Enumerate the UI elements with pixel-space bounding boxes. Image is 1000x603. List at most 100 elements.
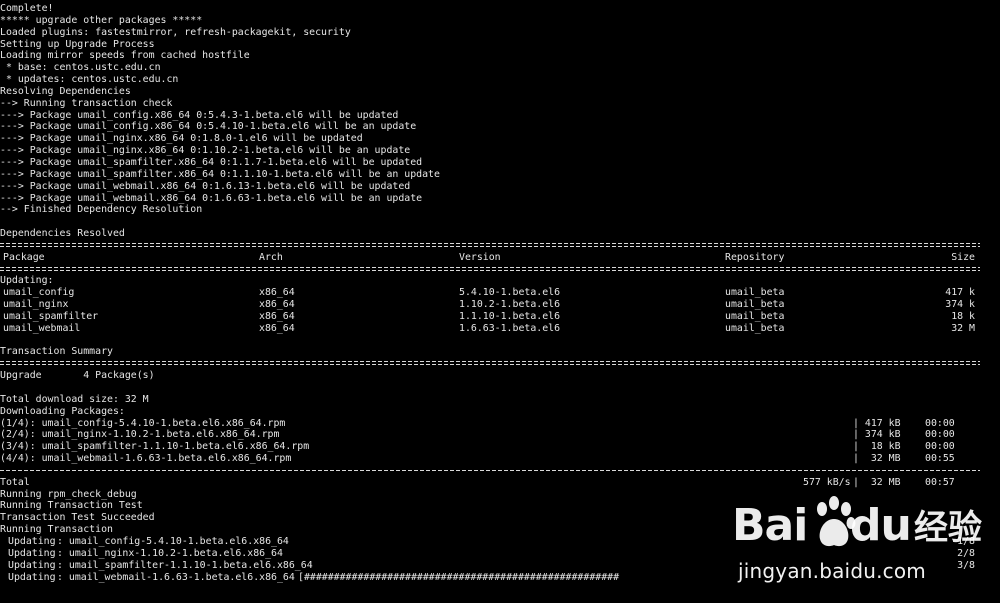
output-line: Setting up Upgrade Process (0, 38, 155, 50)
output-line: Complete! (0, 3, 54, 14)
output-line: ---> Package umail_spamfilter.x86_64 0:1… (0, 168, 440, 180)
output-line: ***** upgrade other packages ***** (0, 14, 203, 26)
updating-package: : umail_config-5.4.10-1.beta.el6.x86_64 (57, 535, 289, 547)
download-row: (3/4): umail_spamfilter-1.1.10-1.beta.el… (0, 441, 1000, 453)
download-time: 00:00 (925, 441, 955, 453)
double-rule (0, 264, 1000, 276)
updating-verb: Updating (8, 571, 56, 583)
total-label: Total (0, 476, 30, 488)
download-file: (2/4): umail_nginx-1.10.2-1.beta.el6.x86… (0, 429, 280, 441)
output-line: --> Running transaction check (0, 97, 173, 109)
dashed-rule (0, 465, 1000, 477)
package-version: 1.1.10-1.beta.el6 (459, 310, 561, 322)
package-name: umail_nginx (3, 299, 69, 311)
total-size: | 32 MB (853, 476, 901, 488)
table-row: umail_webmail x86_64 1.6.63-1.beta.el6 umai… (0, 323, 1000, 335)
download-file: (1/4): umail_config-5.4.10-1.beta.el6.x8… (0, 417, 286, 429)
double-rule (0, 358, 1000, 370)
download-size: | 417 kB (853, 417, 901, 429)
col-header-repository: Repository (725, 251, 785, 263)
output-line: Running rpm_check_debug (0, 488, 137, 500)
updating-count: 2/8 (957, 547, 975, 559)
output-line: ---> Package umail_config.x86_64 0:5.4.1… (0, 121, 417, 133)
package-arch: x86_64 (259, 287, 295, 299)
upgrade-count-line: Upgrade 4 Package(s) (0, 370, 155, 382)
table-row: umail_spamfilter x86_64 1.1.10-1.beta.el6 u… (0, 311, 1000, 323)
package-repository: umail_beta (725, 322, 785, 334)
package-size: 417 k (945, 287, 975, 299)
output-line: Transaction Test Succeeded (0, 512, 155, 524)
downloading-label: Downloading Packages: (0, 405, 125, 417)
download-list: (1/4): umail_config-5.4.10-1.beta.el6.x8… (0, 418, 1000, 465)
updating-row: Updating: umail_webmail-1.6.63-1.beta.el… (0, 572, 1000, 584)
updating-list: Updating: umail_config-5.4.10-1.beta.el6… (0, 536, 1000, 583)
package-version: 1.6.63-1.beta.el6 (459, 322, 561, 334)
package-version: 1.10.2-1.beta.el6 (459, 299, 561, 311)
total-download-size: Total download size: 32 M (0, 393, 149, 405)
package-table-body: umail_config x86_64 5.4.10-1.beta.el6 umail… (0, 287, 1000, 334)
terminal-window[interactable]: Complete! ***** upgrade other packages **… (0, 0, 1000, 603)
package-size: 18 k (951, 310, 975, 322)
col-header-size: Size (951, 251, 975, 263)
package-repository: umail_beta (725, 299, 785, 311)
updating-row: Updating: umail_nginx-1.10.2-1.beta.el6.… (0, 548, 1000, 560)
updating-package: : umail_webmail-1.6.63-1.beta.el6.x86_64 (57, 571, 295, 583)
table-row: umail_nginx x86_64 1.10.2-1.beta.el6 umail_… (0, 299, 1000, 311)
download-time: 00:00 (925, 417, 955, 429)
col-header-package: Package (3, 251, 45, 263)
output-line: ---> Package umail_nginx.x86_64 0:1.8.0-… (0, 133, 363, 145)
download-size: | 18 kB (853, 441, 901, 453)
output-line: * base: centos.ustc.edu.cn (0, 62, 161, 74)
package-arch: x86_64 (259, 322, 295, 334)
transaction-lines: Running rpm_check_debug Running Transacti… (0, 489, 1000, 536)
updating-row: Updating: umail_spamfilter-1.1.10-1.beta… (0, 560, 1000, 572)
download-size: | 32 MB (853, 453, 901, 465)
updating-verb: Updating (8, 559, 56, 571)
transaction-summary-title: Transaction Summary (0, 346, 113, 358)
download-row: (4/4): umail_webmail-1.6.63-1.beta.el6.x… (0, 453, 1000, 465)
output-line: Dependencies Resolved (0, 228, 125, 240)
package-name: umail_webmail (3, 322, 81, 334)
package-arch: x86_64 (259, 299, 295, 311)
download-size: | 374 kB (853, 429, 901, 441)
output-line: ---> Package umail_spamfilter.x86_64 0:1… (0, 156, 423, 168)
package-name: umail_spamfilter (3, 310, 99, 322)
total-row: Total 577 kB/s | 32 MB 00:57 (0, 477, 1000, 489)
updating-row: Updating: umail_config-5.4.10-1.beta.el6… (0, 536, 1000, 548)
total-rate: 577 kB/s (803, 476, 851, 488)
output-line: ---> Package umail_webmail.x86_64 0:1.6.… (0, 180, 411, 192)
col-header-version: Version (459, 251, 501, 263)
updating-verb: Updating (8, 535, 56, 547)
output-line: Loaded plugins: fastestmirror, refresh-p… (0, 26, 351, 38)
updating-progress-bar: [#######################################… (298, 571, 620, 583)
output-line: ---> Package umail_config.x86_64 0:5.4.3… (0, 109, 399, 121)
download-row: (1/4): umail_config-5.4.10-1.beta.el6.x8… (0, 418, 1000, 430)
download-time: 00:00 (925, 429, 955, 441)
updating-count: 3/8 (957, 559, 975, 571)
output-line: Running Transaction (0, 524, 113, 536)
updating-count: 1/8 (957, 535, 975, 547)
output-line: * updates: centos.ustc.edu.cn (0, 74, 179, 86)
package-arch: x86_64 (259, 310, 295, 322)
updating-verb: Updating (8, 547, 56, 559)
yum-output-header: Complete! ***** upgrade other packages **… (0, 3, 1000, 240)
output-line: ---> Package umail_nginx.x86_64 0:1.10.2… (0, 145, 411, 157)
table-row: umail_config x86_64 5.4.10-1.beta.el6 umail… (0, 287, 1000, 299)
double-rule (0, 240, 1000, 252)
output-line: --> Finished Dependency Resolution (0, 204, 203, 216)
section-label: Updating: (0, 275, 54, 287)
download-file: (3/4): umail_spamfilter-1.1.10-1.beta.el… (0, 441, 310, 453)
package-size: 374 k (945, 299, 975, 311)
package-name: umail_config (3, 287, 75, 299)
package-repository: umail_beta (725, 287, 785, 299)
updating-package: : umail_nginx-1.10.2-1.beta.el6.x86_64 (57, 547, 283, 559)
table-header-row: Package Arch Version Repository Size (0, 252, 1000, 264)
package-size: 32 M (951, 322, 975, 334)
updating-package: : umail_spamfilter-1.1.10-1.beta.el6.x86… (57, 559, 313, 571)
download-time: 00:55 (925, 453, 955, 465)
package-version: 5.4.10-1.beta.el6 (459, 287, 561, 299)
output-line: Resolving Dependencies (0, 85, 131, 97)
output-line: Running Transaction Test (0, 500, 143, 512)
download-file: (4/4): umail_webmail-1.6.63-1.beta.el6.x… (0, 453, 292, 465)
